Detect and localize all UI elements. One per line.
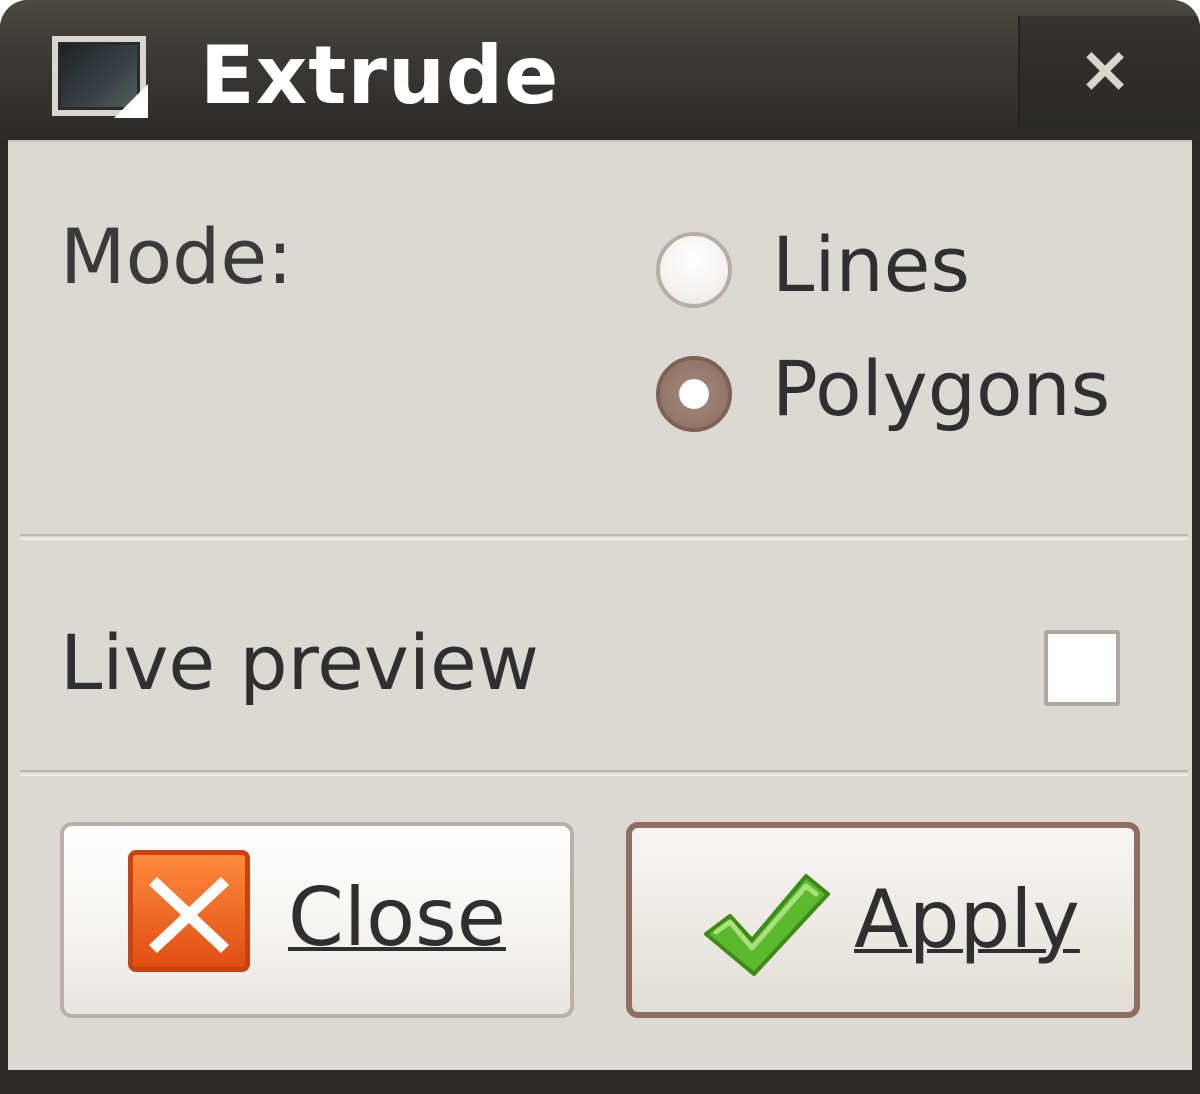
radio-polygons[interactable] — [656, 356, 732, 432]
title-bar[interactable]: Extrude × — [0, 0, 1200, 140]
window-title: Extrude — [200, 29, 560, 122]
close-button-label: Close — [288, 871, 506, 964]
live-preview-label: Live preview — [60, 618, 539, 707]
separator — [20, 770, 1188, 776]
radio-lines-label[interactable]: Lines — [772, 220, 970, 310]
live-preview-checkbox[interactable] — [1044, 630, 1120, 706]
apply-button-label: Apply — [854, 873, 1080, 966]
close-x-glyph — [149, 877, 229, 953]
checkmark-icon — [704, 874, 830, 976]
window-icon — [52, 36, 148, 118]
separator — [20, 534, 1188, 540]
close-x-icon — [128, 850, 250, 972]
window-icon-fold — [114, 84, 148, 118]
extrude-dialog: Extrude × Mode: Lines Polygons Live prev… — [0, 0, 1200, 1094]
radio-lines[interactable] — [656, 232, 732, 308]
mode-label: Mode: — [60, 212, 293, 301]
dialog-body: Mode: Lines Polygons Live preview Close … — [8, 140, 1192, 1070]
apply-button[interactable]: Apply — [626, 822, 1140, 1018]
close-icon[interactable]: × — [1070, 30, 1140, 110]
radio-polygons-label[interactable]: Polygons — [772, 344, 1110, 434]
close-button[interactable]: Close — [60, 822, 574, 1018]
